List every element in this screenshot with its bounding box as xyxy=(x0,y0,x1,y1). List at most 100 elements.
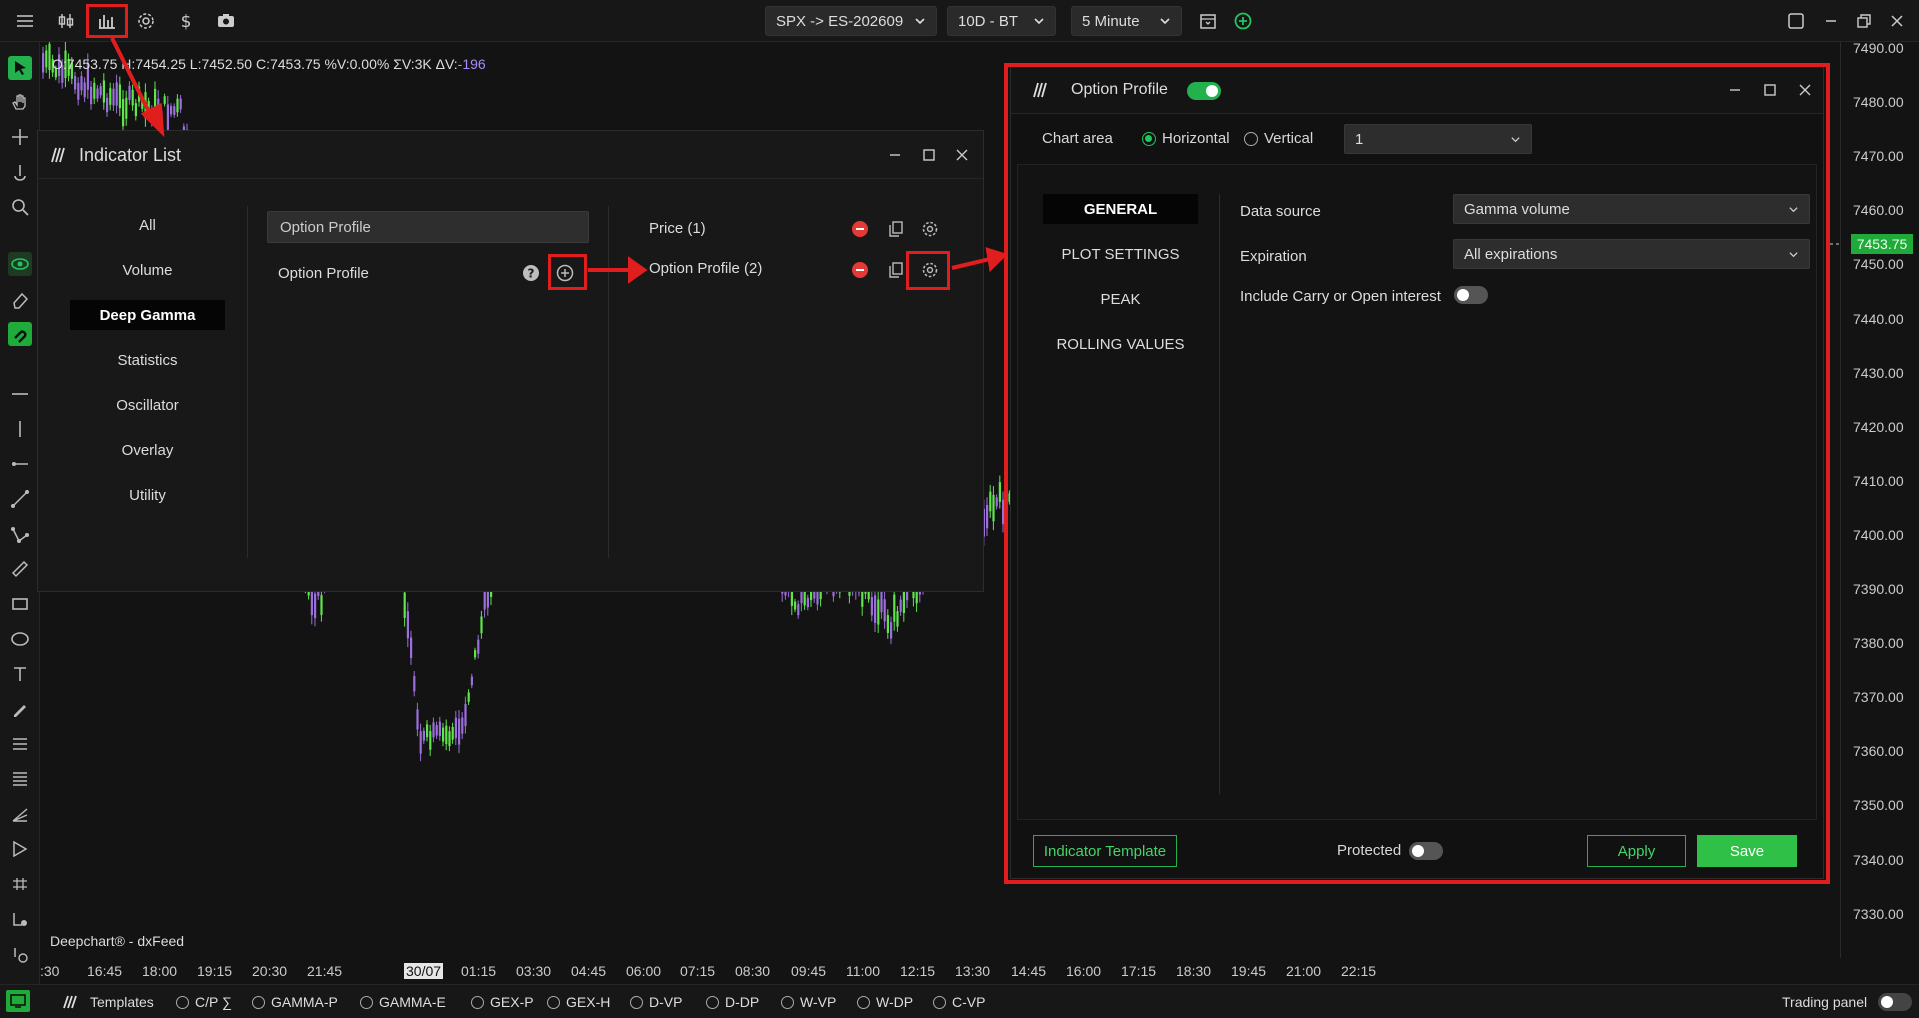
rectangle-icon[interactable] xyxy=(8,592,32,616)
category-4[interactable]: Statistics xyxy=(70,345,225,375)
duplicate-copy-icon[interactable] xyxy=(886,260,906,280)
shortcut-5[interactable]: GEX-H xyxy=(547,994,610,1010)
templates-button[interactable]: Templates xyxy=(62,994,154,1010)
save-button[interactable]: Save xyxy=(1697,835,1797,867)
settings-tab-2[interactable]: PLOT SETTINGS xyxy=(1043,239,1198,269)
shortcut-9[interactable]: W-DP xyxy=(857,994,913,1010)
minimize-icon[interactable] xyxy=(1725,80,1745,100)
vertical-line-icon[interactable] xyxy=(8,417,32,441)
include-carry-toggle[interactable] xyxy=(1454,286,1488,304)
price-axis[interactable]: 7490.00 7480.00 7470.00 7460.00 7450.00 7440.… xyxy=(1840,40,1919,958)
restore-icon[interactable] xyxy=(1851,8,1877,34)
projection-icon[interactable] xyxy=(8,837,32,861)
ellipse-icon[interactable] xyxy=(8,627,32,651)
category-1[interactable]: All xyxy=(70,210,225,240)
trend-line-icon[interactable] xyxy=(8,487,32,511)
interval-dropdown[interactable]: 5 Minute xyxy=(1071,6,1182,36)
polyline-icon[interactable] xyxy=(8,522,32,546)
candle-body xyxy=(467,692,470,702)
expiration-select[interactable]: All expirations xyxy=(1453,239,1810,269)
shortcut-1[interactable]: C/P ∑ xyxy=(176,994,232,1010)
orientation-vertical-radio[interactable]: Vertical xyxy=(1244,130,1313,147)
settings-gear-icon[interactable] xyxy=(920,260,940,280)
layout-icon[interactable] xyxy=(1783,8,1809,34)
visibility-eye-icon[interactable] xyxy=(8,252,32,276)
settings-tab-4[interactable]: ROLLING VALUES xyxy=(1043,329,1198,359)
applied-indicator-price[interactable]: Price (1) xyxy=(649,220,706,237)
category-3[interactable]: Deep Gamma xyxy=(70,300,225,330)
shortcut-10[interactable]: C-VP xyxy=(933,994,985,1010)
minimize-icon[interactable] xyxy=(885,145,905,165)
magnet-icon[interactable] xyxy=(8,322,32,346)
fib-lines-icon[interactable] xyxy=(8,732,32,756)
available-indicator-option-profile[interactable]: Option Profile xyxy=(278,265,369,282)
workspace-icon[interactable] xyxy=(6,990,30,1012)
duplicate-copy-icon[interactable] xyxy=(886,219,906,239)
candle-body xyxy=(410,637,413,659)
option-profile-enable-toggle[interactable] xyxy=(1187,82,1221,100)
candle-body xyxy=(154,88,157,112)
settings-tab-1[interactable]: GENERAL xyxy=(1043,194,1198,224)
indicator-template-button[interactable]: Indicator Template xyxy=(1033,835,1177,867)
settings-gear-icon[interactable] xyxy=(133,8,159,34)
add-indicator-plus-icon[interactable] xyxy=(555,263,575,283)
category-2[interactable]: Volume xyxy=(70,255,225,285)
shortcut-8[interactable]: W-VP xyxy=(781,994,836,1010)
text-tool-icon[interactable] xyxy=(8,662,32,686)
data-source-select[interactable]: Gamma volume xyxy=(1453,194,1810,224)
category-5[interactable]: Oscillator xyxy=(70,390,225,420)
time-axis[interactable]: :30 16:45 18:00 19:15 20:30 21:45 30/07 01:15 03… xyxy=(40,958,1840,984)
settings-tab-3[interactable]: PEAK xyxy=(1043,284,1198,314)
minimize-icon[interactable] xyxy=(1818,8,1844,34)
camera-screenshot-icon[interactable] xyxy=(213,8,239,34)
brush-icon[interactable] xyxy=(8,697,32,721)
indicators-bar-chart-icon[interactable] xyxy=(94,8,120,34)
shortcut-6[interactable]: D-VP xyxy=(630,994,682,1010)
category-6[interactable]: Overlay xyxy=(70,435,225,465)
hamburger-menu-icon[interactable] xyxy=(12,8,38,34)
gann-fan-icon[interactable] xyxy=(8,802,32,826)
applied-indicator-option-profile[interactable]: Option Profile (2) xyxy=(649,260,762,277)
indicator-list-titlebar[interactable]: Indicator List xyxy=(38,131,983,179)
category-7[interactable]: Utility xyxy=(70,480,225,510)
price-label-icon[interactable] xyxy=(8,907,32,931)
fib-levels-icon[interactable] xyxy=(8,767,32,791)
calendar-icon[interactable] xyxy=(1195,8,1221,34)
magnet-cursor-icon[interactable] xyxy=(8,160,32,184)
shortcut-3[interactable]: GAMMA-E xyxy=(360,994,446,1010)
maximize-icon[interactable] xyxy=(1760,80,1780,100)
remove-minus-icon[interactable] xyxy=(850,260,870,280)
close-icon[interactable] xyxy=(1884,8,1910,34)
measure-icon[interactable] xyxy=(8,872,32,896)
ray-line-icon[interactable] xyxy=(8,452,32,476)
range-dropdown[interactable]: 10D - BT xyxy=(947,6,1056,36)
chart-area-select[interactable]: 1 xyxy=(1344,124,1532,154)
close-icon[interactable] xyxy=(952,145,972,165)
maximize-icon[interactable] xyxy=(919,145,939,165)
shortcut-2[interactable]: GAMMA-P xyxy=(252,994,338,1010)
symbol-dropdown[interactable]: SPX -> ES-202609 xyxy=(765,6,937,36)
candlestick-chart-icon[interactable] xyxy=(53,8,79,34)
eraser-icon[interactable] xyxy=(8,287,32,311)
zoom-magnifier-icon[interactable] xyxy=(8,195,32,219)
help-question-icon[interactable]: ? xyxy=(521,263,541,283)
crosshair-icon[interactable] xyxy=(8,125,32,149)
settings-gear-icon[interactable] xyxy=(920,219,940,239)
option-profile-titlebar[interactable]: Option Profile xyxy=(1011,66,1823,114)
protected-toggle[interactable] xyxy=(1409,842,1443,860)
apply-button[interactable]: Apply xyxy=(1587,835,1686,867)
indicator-search-input[interactable]: Option Profile xyxy=(267,211,589,243)
shortcut-4[interactable]: GEX-P xyxy=(471,994,534,1010)
trading-panel-toggle[interactable] xyxy=(1878,993,1912,1011)
dollar-label-icon[interactable] xyxy=(8,942,32,966)
orientation-horizontal-radio[interactable]: Horizontal xyxy=(1142,130,1230,147)
remove-minus-icon[interactable] xyxy=(850,219,870,239)
hand-pan-icon[interactable] xyxy=(8,90,32,114)
shortcut-7[interactable]: D-DP xyxy=(706,994,759,1010)
ruler-icon[interactable] xyxy=(8,557,32,581)
pointer-cursor-icon[interactable] xyxy=(8,56,32,80)
dollar-icon[interactable]: $ xyxy=(173,8,199,34)
horizontal-line-icon[interactable] xyxy=(8,382,32,406)
close-icon[interactable] xyxy=(1795,80,1815,100)
add-chart-icon[interactable] xyxy=(1230,8,1256,34)
